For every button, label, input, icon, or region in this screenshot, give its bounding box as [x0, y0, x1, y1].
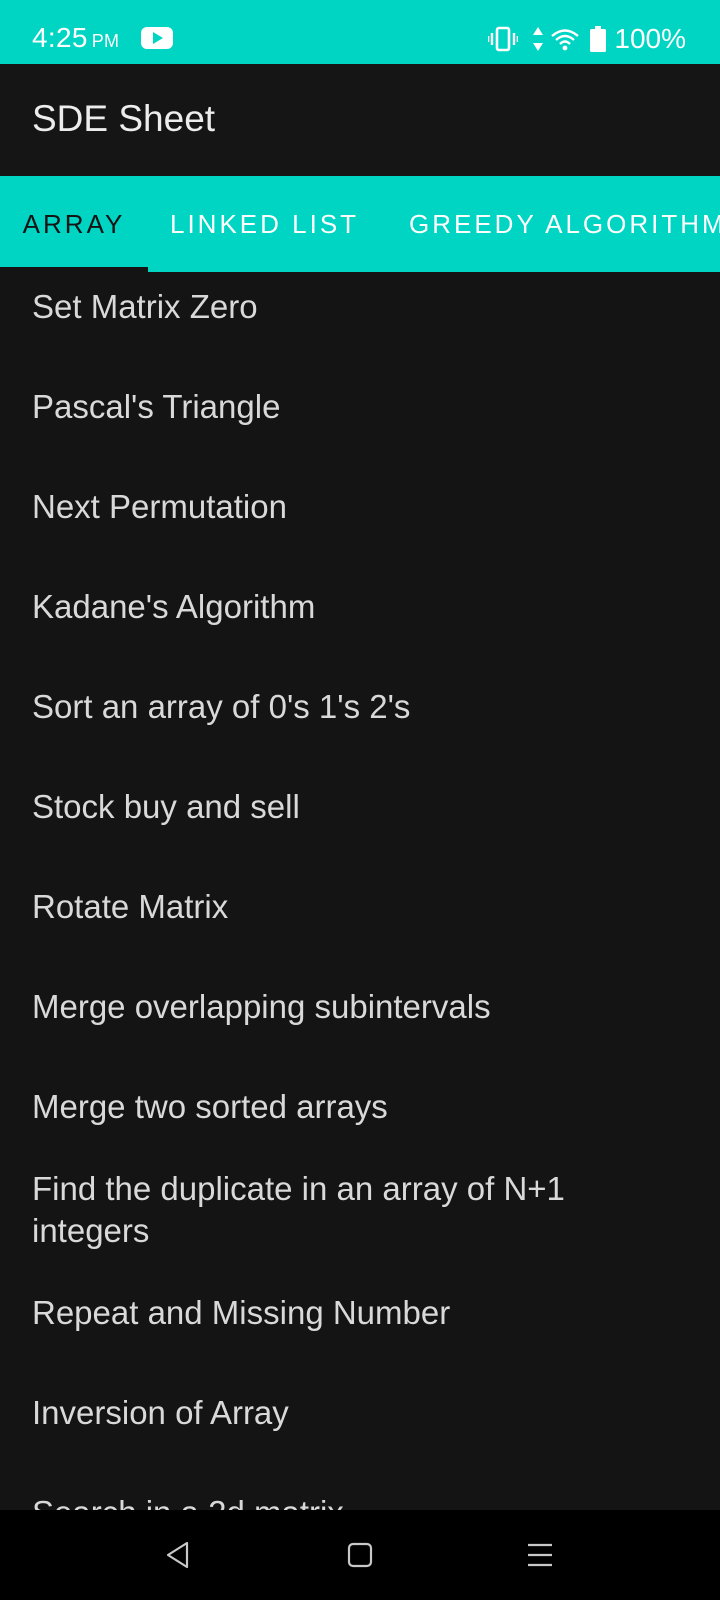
list-item[interactable]: Inversion of Array: [32, 1392, 682, 1434]
list-item[interactable]: Stock buy and sell: [32, 786, 682, 828]
home-button[interactable]: [335, 1530, 385, 1580]
status-bar: 4:25 PM 100%: [0, 0, 720, 64]
tab-greedy-algorithm[interactable]: GREEDY ALGORITHM: [409, 176, 720, 272]
list-item[interactable]: Merge two sorted arrays: [32, 1086, 682, 1128]
battery-icon: [590, 26, 607, 52]
list-item[interactable]: Find the duplicate in an array of N+1 in…: [32, 1168, 682, 1252]
clock: 4:25: [32, 22, 88, 53]
app-bar: SDE Sheet: [0, 64, 720, 176]
status-time: 4:25 PM: [32, 22, 119, 54]
list-item[interactable]: Merge overlapping subintervals: [32, 986, 682, 1028]
tab-bar: ARRAY LINKED LIST GREEDY ALGORITHM: [0, 176, 720, 272]
vibrate-icon: [488, 26, 519, 52]
clock-ampm: PM: [91, 31, 120, 51]
home-icon: [347, 1542, 373, 1568]
back-icon: [166, 1541, 189, 1569]
navigation-bar: [0, 1510, 720, 1600]
tab-array[interactable]: ARRAY: [0, 176, 148, 272]
data-arrows-icon: [533, 27, 544, 51]
list-item[interactable]: Sort an array of 0's 1's 2's: [32, 686, 682, 728]
youtube-icon: [141, 27, 173, 49]
screen: 4:25 PM 100% SDE Sheet ARRAY LINKED LIST…: [0, 0, 720, 1600]
back-button[interactable]: [153, 1530, 203, 1580]
app-title: SDE Sheet: [32, 98, 216, 139]
list-item[interactable]: Pascal's Triangle: [32, 386, 682, 428]
recents-button[interactable]: [515, 1530, 565, 1580]
battery-percentage: 100%: [614, 23, 686, 54]
recents-icon: [528, 1543, 552, 1567]
list-item[interactable]: Next Permutation: [32, 486, 682, 528]
list-item[interactable]: Kadane's Algorithm: [32, 586, 682, 628]
wifi-icon: [551, 29, 580, 51]
list-item[interactable]: Repeat and Missing Number: [32, 1292, 682, 1334]
list-item[interactable]: Search in a 2d matrix: [32, 1492, 682, 1510]
list-item[interactable]: Set Matrix Zero: [32, 286, 682, 328]
list-item[interactable]: Rotate Matrix: [32, 886, 682, 928]
tab-linked-list[interactable]: LINKED LIST: [170, 176, 359, 272]
status-icons: 100%: [474, 22, 686, 56]
problem-list[interactable]: Set Matrix Zero Pascal's Triangle Next P…: [0, 272, 720, 1510]
